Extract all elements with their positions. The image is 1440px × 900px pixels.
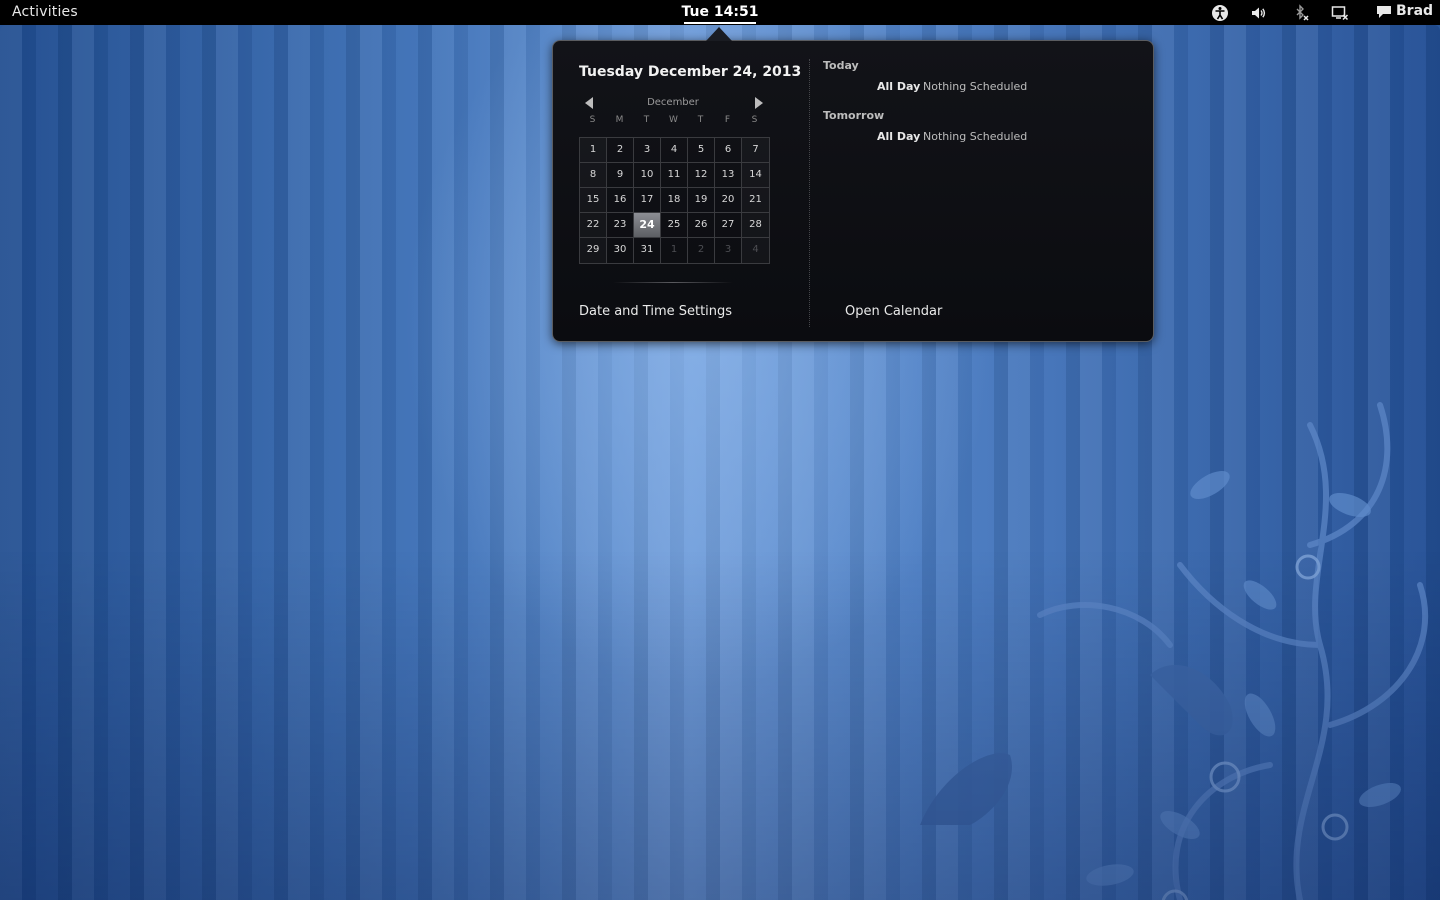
weekday-label: S [751,115,758,125]
calendar-day-next-month[interactable]: 2 [688,238,715,263]
floral-vine-decoration [920,402,1429,900]
calendar-day[interactable]: 23 [607,213,634,238]
user-name: Brad [1396,3,1434,19]
calendar-day[interactable]: 20 [715,188,742,213]
calendar-day-next-month[interactable]: 3 [715,238,742,263]
calendar-day-selected[interactable]: 24 [634,213,661,238]
calendar-day[interactable]: 26 [688,213,715,238]
calendar-day[interactable]: 4 [661,138,688,163]
bluetooth-disabled-icon[interactable] [1292,4,1310,22]
calendar-day[interactable]: 7 [742,138,769,163]
weekday-label: S [589,115,596,125]
calendar-day[interactable]: 19 [688,188,715,213]
weekday-label: T [697,115,704,125]
date-heading: Tuesday December 24, 2013 [579,64,802,80]
weekday-label: M [615,115,624,125]
accessibility-icon[interactable] [1211,4,1229,22]
calendar-day[interactable]: 2 [607,138,634,163]
weekday-label: W [669,115,678,125]
calendar-day[interactable]: 16 [607,188,634,213]
calendar-day[interactable]: 21 [742,188,769,213]
calendar-day[interactable]: 6 [715,138,742,163]
calendar-day[interactable]: 5 [688,138,715,163]
calendar-day[interactable]: 15 [580,188,607,213]
weekday-label: F [724,115,731,125]
calendar-day[interactable]: 14 [742,163,769,188]
calendar-day[interactable]: 30 [607,238,634,263]
volume-icon[interactable] [1250,4,1268,22]
calendar-day[interactable]: 27 [715,213,742,238]
calendar-day[interactable]: 29 [580,238,607,263]
calendar-day-next-month[interactable]: 4 [742,238,769,263]
chat-bubble-icon [1377,6,1391,18]
calendar-day[interactable]: 10 [634,163,661,188]
calendar-day[interactable]: 3 [634,138,661,163]
event-description: Nothing Scheduled [923,130,1028,143]
calendar-day[interactable]: 25 [661,213,688,238]
calendar-day[interactable]: 18 [661,188,688,213]
calendar-day-next-month[interactable]: 1 [661,238,688,263]
event-time: All Day [877,130,921,143]
calendar-grid: 1 2 3 4 5 6 7 8 9 10 11 12 13 14 15 16 1… [579,137,770,264]
date-time-settings-button[interactable]: Date and Time Settings [579,304,732,319]
calendar-day[interactable]: 1 [580,138,607,163]
event-description: Nothing Scheduled [923,80,1028,93]
calendar-day[interactable]: 31 [634,238,661,263]
next-month-arrow-icon[interactable] [753,96,765,110]
divider [613,282,733,283]
calendar-day[interactable]: 9 [607,163,634,188]
calendar-day[interactable]: 8 [580,163,607,188]
clock-active-indicator [684,22,756,24]
previous-month-arrow-icon[interactable] [583,96,595,110]
event-time: All Day [877,80,921,93]
calendar-popup: Tuesday December 24, 2013 December S M T… [552,40,1154,342]
calendar-day[interactable]: 13 [715,163,742,188]
popup-pointer [706,27,732,41]
calendar-day[interactable]: 22 [580,213,607,238]
calendar-day[interactable]: 12 [688,163,715,188]
month-name: December [647,97,699,108]
weekday-header: S M T W T F S [579,115,768,129]
column-divider [809,59,811,327]
weekday-label: T [643,115,650,125]
calendar-day[interactable]: 17 [634,188,661,213]
top-panel: Activities Tue 14:51 Brad [0,0,1440,25]
events-today-heading: Today [823,59,859,72]
calendar-day[interactable]: 28 [742,213,769,238]
display-icon[interactable] [1331,4,1349,22]
activities-button[interactable]: Activities [12,4,78,20]
open-calendar-button[interactable]: Open Calendar [845,304,942,319]
calendar-day[interactable]: 11 [661,163,688,188]
events-tomorrow-heading: Tomorrow [823,109,885,122]
